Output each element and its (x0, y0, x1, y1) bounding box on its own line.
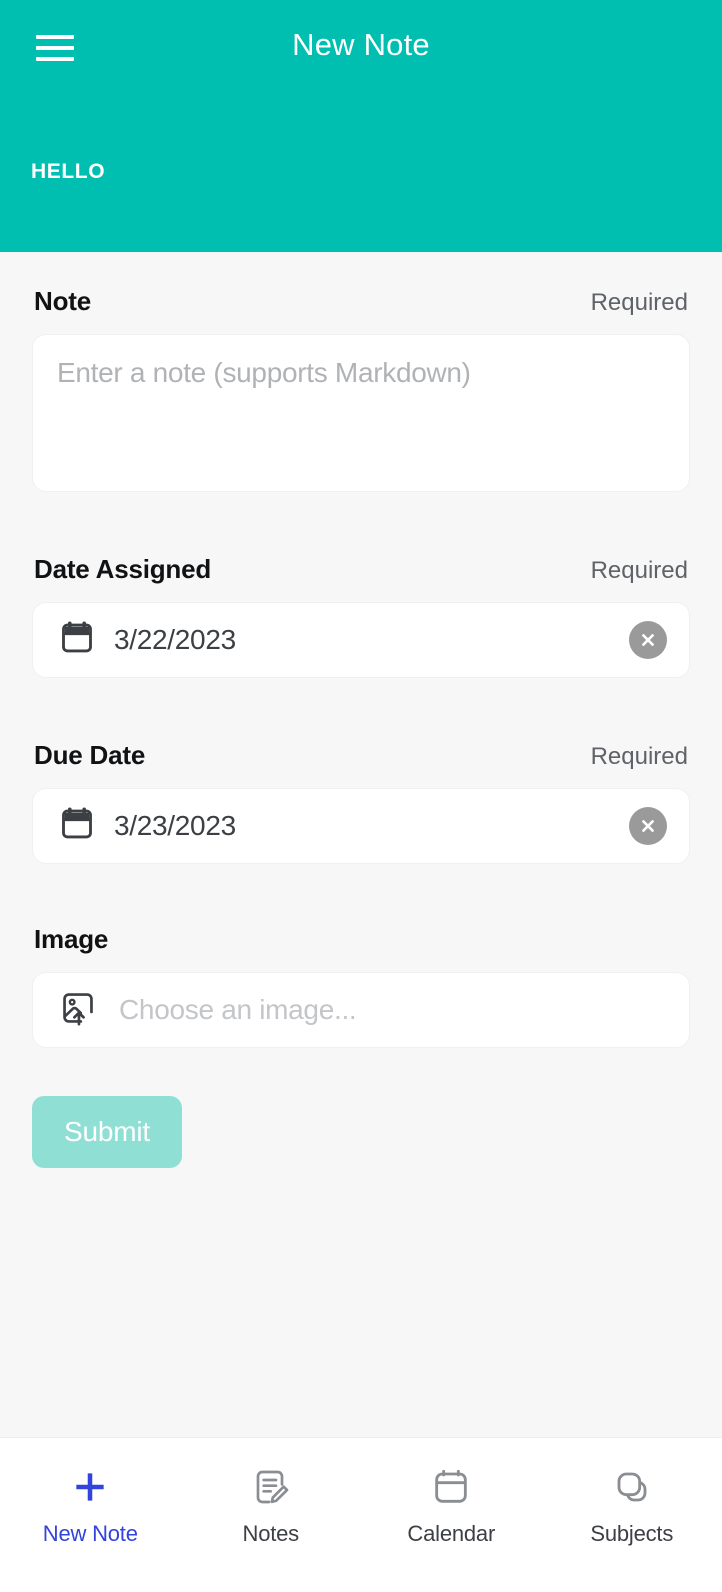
app-screen: New Note HELLO Note Required Enter a not… (0, 0, 722, 1592)
bottom-navigation-bar: New Note Notes Calendar Subjects (0, 1437, 722, 1592)
nav-item-calendar[interactable]: Calendar (361, 1464, 542, 1547)
date-assigned-label: Date Assigned (34, 554, 212, 584)
date-assigned-value-wrap: 3/22/2023 (59, 620, 236, 661)
note-field-header: Note Required (32, 286, 690, 317)
page-title: New Note (292, 27, 430, 62)
note-placeholder: Enter a note (supports Markdown) (57, 357, 471, 388)
image-placeholder: Choose an image... (119, 994, 357, 1025)
nav-label-new-note: New Note (42, 1521, 138, 1546)
date-assigned-required-badge: Required (590, 557, 688, 584)
nav-label-subjects: Subjects (590, 1521, 674, 1546)
note-label: Note (34, 286, 91, 316)
nav-label-calendar: Calendar (407, 1521, 496, 1546)
note-field-group: Note Required Enter a note (supports Mar… (32, 286, 690, 492)
image-field-group: Image Choose an image... (32, 924, 690, 1048)
calendar-icon (431, 1464, 471, 1510)
due-date-value-wrap: 3/23/2023 (59, 806, 236, 847)
calendar-icon (59, 620, 95, 661)
due-date-required-badge: Required (590, 743, 688, 770)
due-date-field-group: Due Date Required 3/23/2023 (32, 740, 690, 864)
due-date-clear-button[interactable] (629, 807, 667, 845)
due-date-input[interactable]: 3/23/2023 (32, 788, 690, 864)
date-assigned-input[interactable]: 3/22/2023 (32, 602, 690, 678)
date-assigned-field-group: Date Assigned Required 3/22/2023 (32, 554, 690, 678)
note-required-badge: Required (590, 289, 688, 316)
stacked-squares-icon (612, 1464, 652, 1510)
date-assigned-field-header: Date Assigned Required (32, 554, 690, 585)
image-label: Image (34, 924, 109, 954)
nav-item-notes[interactable]: Notes (181, 1464, 362, 1547)
due-date-field-header: Due Date Required (32, 740, 690, 771)
submit-button[interactable]: Submit (32, 1096, 182, 1168)
nav-item-new-note[interactable]: New Note (0, 1464, 181, 1547)
calendar-icon (59, 806, 95, 847)
plus-icon (69, 1464, 111, 1510)
image-picker-input[interactable]: Choose an image... (32, 972, 690, 1048)
form-content: Note Required Enter a note (supports Mar… (0, 252, 722, 1437)
note-input[interactable]: Enter a note (supports Markdown) (32, 334, 690, 492)
image-field-header: Image (32, 924, 690, 955)
due-date-value: 3/23/2023 (114, 810, 236, 841)
date-assigned-clear-button[interactable] (629, 621, 667, 659)
due-date-label: Due Date (34, 740, 146, 770)
note-pencil-icon (251, 1464, 291, 1510)
date-assigned-value: 3/22/2023 (114, 624, 236, 655)
app-header: New Note HELLO (0, 0, 722, 252)
greeting-text: HELLO (31, 160, 106, 183)
image-upload-icon (59, 989, 97, 1032)
nav-item-subjects[interactable]: Subjects (542, 1464, 722, 1547)
close-icon (642, 820, 654, 832)
nav-label-notes: Notes (242, 1521, 300, 1546)
close-icon (642, 634, 654, 646)
